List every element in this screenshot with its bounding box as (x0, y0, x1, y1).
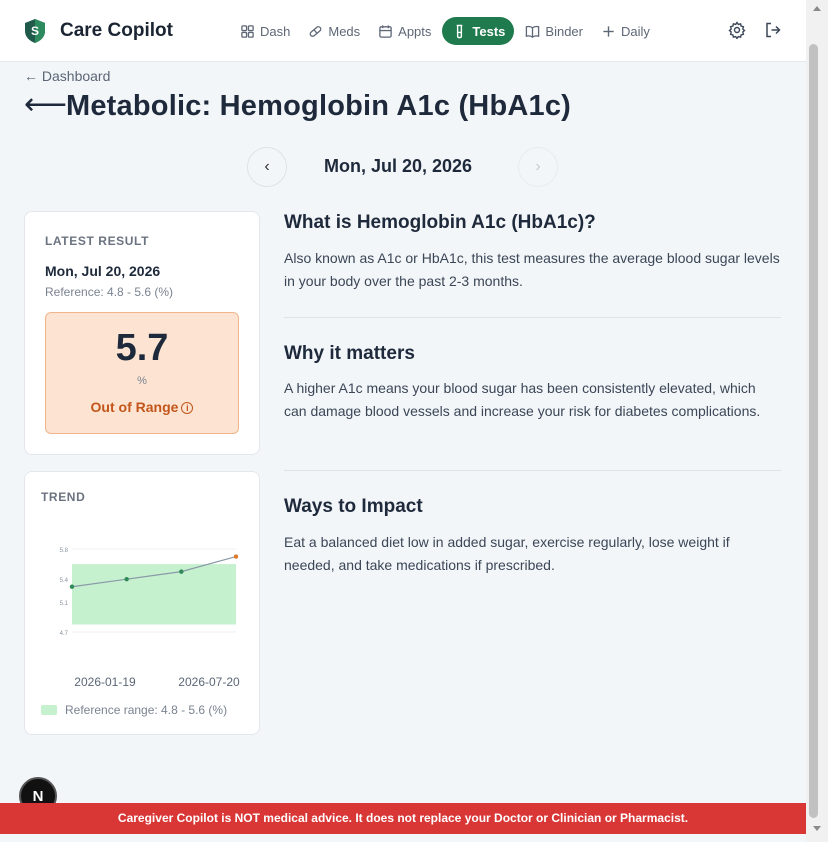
section-title-why-matters: Why it matters (284, 343, 415, 364)
result-status: Out of Range i (46, 399, 238, 415)
book-icon (526, 25, 540, 38)
result-unit: % (137, 375, 147, 387)
test-tube-icon (457, 24, 463, 38)
reference-range-text: Reference: 4.8 - 5.6 (%) (45, 285, 174, 299)
divider (284, 470, 781, 471)
latest-result-card: LATEST RESULT Mon, Jul 20, 2026 Referenc… (24, 211, 260, 455)
chart-x-tick-label: 2026-07-20 (178, 675, 240, 689)
plus-icon (603, 25, 614, 37)
chevron-left-icon: ‹ (264, 158, 270, 175)
nav-daily-label: Daily (620, 23, 650, 39)
disclaimer-banner: Caregiver Copilot is NOT medical advice.… (0, 803, 806, 834)
info-icon[interactable]: i (181, 402, 194, 414)
scroll-down-arrow-icon[interactable] (813, 826, 821, 831)
divider (284, 317, 781, 318)
nav-appts[interactable]: Appts (371, 17, 438, 45)
top-navbar: S Care Copilot Dash Meds Appts Tests Bin… (0, 0, 806, 62)
nav-dash[interactable]: Dash (233, 17, 297, 45)
trend-data-point (69, 584, 75, 589)
chevron-right-icon: › (535, 158, 541, 175)
trend-chart: 5.8 5.4 5.1 4.7 2026-01-19 2026-07-20 (60, 548, 240, 689)
result-value: 5.7 (115, 327, 169, 369)
app-name: Care Copilot (60, 20, 173, 41)
chart-y-tick-label: 5.4 (60, 578, 69, 584)
latest-result-label: LATEST RESULT (45, 234, 150, 248)
chart-y-tick-label: 5.1 (60, 601, 69, 607)
settings-gear-icon[interactable] (728, 21, 746, 39)
chart-legend: Reference range: 4.8 - 5.6 (%) (41, 703, 227, 717)
section-body-what-is: Also known as A1c or HbA1c, this test me… (284, 250, 780, 289)
chart-x-tick-label: 2026-01-19 (74, 675, 136, 689)
shield-logo-icon: S (25, 19, 45, 43)
nav-tests-label: Tests (472, 23, 506, 39)
grid-icon (241, 24, 254, 38)
next-date-button[interactable]: › (518, 147, 558, 187)
nav-binder[interactable]: Binder (518, 17, 590, 45)
scroll-thumb[interactable] (809, 44, 818, 818)
trend-data-point (233, 554, 239, 559)
nav-meds-label: Meds (328, 23, 361, 39)
latest-result-date: Mon, Jul 20, 2026 (45, 263, 161, 279)
current-date: Mon, Jul 20, 2026 (324, 156, 473, 176)
trend-card: TREND 5.8 5.4 5.1 4.7 2026-01-19 2026-07-20 R… (24, 471, 260, 735)
nav-appts-label: Appts (398, 23, 432, 39)
section-body-why-matters: A higher A1c means your blood sugar has … (284, 380, 761, 419)
section-body-ways-to-impact: Eat a balanced diet low in added sugar, … (284, 534, 730, 573)
section-title-ways-to-impact: Ways to Impact (284, 496, 423, 517)
result-status-label: Out of Range (90, 399, 179, 415)
nav-daily[interactable]: Daily (594, 17, 657, 45)
previous-date-button[interactable]: ‹ (247, 147, 287, 187)
result-value-box: 5.7 % Out of Range i (45, 312, 239, 434)
chart-y-tick-label: 4.7 (60, 631, 69, 637)
nav-dash-label: Dash (260, 23, 291, 39)
svg-text:S: S (31, 24, 39, 38)
back-to-dashboard-link[interactable]: ← Dashboard (24, 68, 110, 84)
calendar-icon (379, 24, 392, 38)
scroll-up-arrow-icon[interactable] (813, 6, 821, 11)
trend-data-point (179, 569, 184, 574)
nav-tests[interactable]: Tests (442, 17, 515, 45)
reference-range-swatch (41, 705, 57, 715)
legend-label: Reference range: 4.8 - 5.6 (%) (65, 703, 228, 717)
back-arrow-icon[interactable]: ⟵ (24, 88, 67, 122)
reference-range-band (72, 564, 236, 625)
section-title-what-is: What is Hemoglobin A1c (HbA1c)? (284, 212, 596, 233)
trend-data-point (124, 576, 129, 582)
main-nav: Dash Meds Appts Tests Binder Daily (233, 17, 661, 45)
pill-icon (309, 25, 322, 37)
fab-label: N (32, 787, 44, 805)
vertical-scrollbar[interactable] (806, 0, 828, 842)
nav-binder-label: Binder (545, 23, 583, 39)
brand[interactable]: S Care Copilot (24, 18, 173, 44)
chart-y-tick-label: 5.8 (60, 548, 69, 554)
page-title: Metabolic: Hemoglobin A1c (HbA1c) (66, 90, 572, 122)
logout-icon[interactable] (764, 21, 782, 39)
nav-meds[interactable]: Meds (301, 17, 367, 45)
